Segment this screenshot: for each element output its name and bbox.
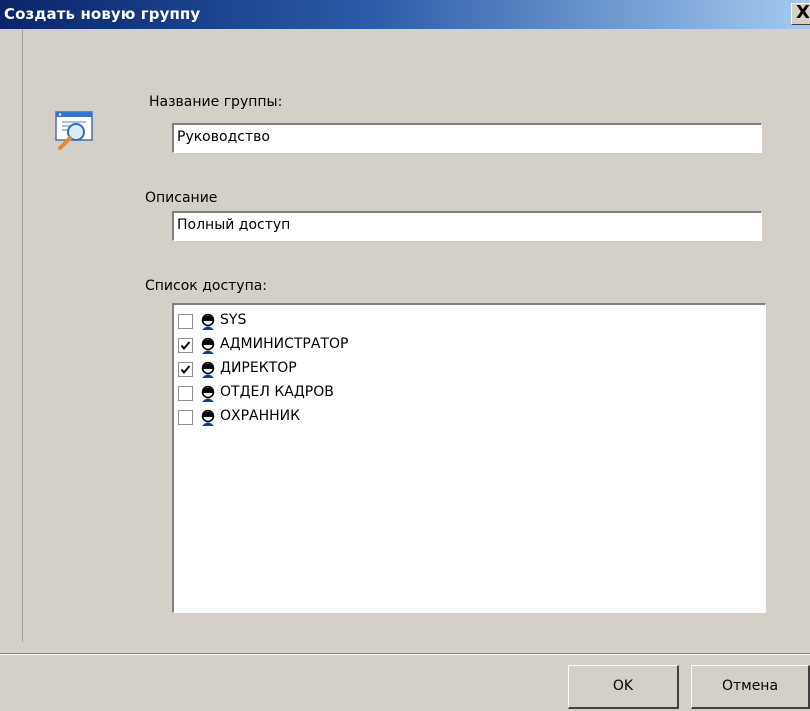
access-item-director[interactable]: ДИРЕКТОР	[178, 359, 478, 381]
access-list-label: Список доступа:	[145, 278, 268, 294]
window-title: Создать новую группу	[4, 5, 201, 23]
access-item-label: ОТДЕЛ КАДРОВ	[220, 384, 334, 400]
button-bar-separator-highlight	[0, 654, 810, 655]
title-bar[interactable]: Создать новую группу X	[0, 0, 810, 29]
access-item-label: ДИРЕКТОР	[220, 360, 297, 376]
close-button[interactable]: X	[791, 3, 810, 25]
access-item-label: SYS	[220, 312, 247, 328]
left-border-line	[22, 29, 23, 642]
user-icon	[199, 385, 217, 403]
description-label: Описание	[145, 190, 218, 206]
access-item-sys[interactable]: SYS	[178, 311, 478, 333]
group-name-input[interactable]: Руководство	[172, 123, 762, 153]
ok-button[interactable]: OK	[568, 665, 679, 709]
access-item-label: ОХРАННИК	[220, 408, 301, 424]
close-icon: X	[796, 2, 810, 23]
access-item-label: АДМИНИСТРАТОР	[220, 336, 349, 352]
access-item-administrator[interactable]: АДМИНИСТРАТОР	[178, 335, 478, 357]
checkbox[interactable]	[178, 314, 193, 329]
checkbox[interactable]	[178, 338, 193, 353]
checkbox[interactable]	[178, 362, 193, 377]
description-input[interactable]: Полный доступ	[172, 211, 762, 241]
group-name-label: Название группы:	[149, 94, 283, 110]
checkbox[interactable]	[178, 386, 193, 401]
checkbox[interactable]	[178, 410, 193, 425]
checkmark-icon	[180, 341, 191, 351]
access-list-box[interactable]: SYS АДМИНИСТРАТОР ДИРЕКТОР ОТДЕЛ КАДРОВ …	[172, 303, 766, 613]
checkmark-icon	[180, 365, 191, 375]
document-search-icon	[52, 110, 100, 152]
access-item-hr-department[interactable]: ОТДЕЛ КАДРОВ	[178, 383, 478, 405]
user-icon	[199, 409, 217, 427]
user-icon	[199, 361, 217, 379]
user-icon	[199, 313, 217, 331]
user-icon	[199, 337, 217, 355]
cancel-button[interactable]: Отмена	[691, 665, 810, 709]
access-item-security-guard[interactable]: ОХРАННИК	[178, 407, 478, 429]
